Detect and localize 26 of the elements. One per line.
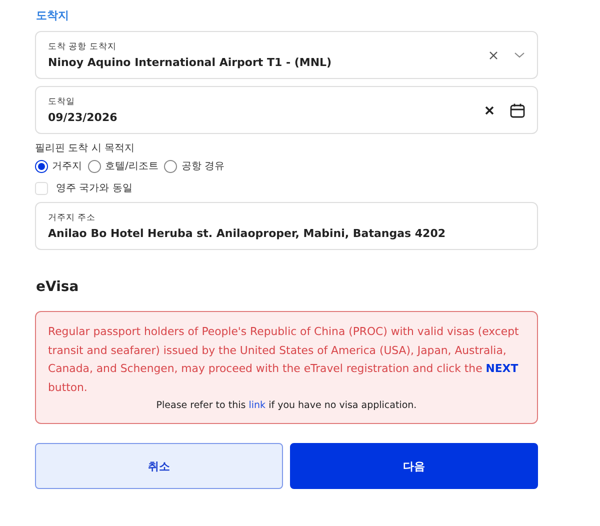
field-value: Ninoy Aquino International Airport T1 - (MNL) [48, 56, 332, 69]
airport-dropdown[interactable]: 도착 공항 도착지 Ninoy Aquino International Airport T1 - (MNL) [35, 31, 538, 79]
next-button[interactable]: 다음 [290, 443, 538, 489]
radio-option[interactable]: 공항 경유 [164, 159, 225, 173]
note-text: Please refer to this link if you have no visa application. [155, 400, 418, 411]
address-field[interactable]: 거주지 주소 Anilao Bo Hotel Heruba st. Anilaoproper, Mabini, Batangas 4202 [35, 202, 538, 250]
warning-text: Regular passport holders of People's Republic of China (PROC) with valid visas (except transit and seafarer) issued by the United States of America (USA), Japan, Australia, Canada, and Schengen, may proceed with the eTravel registration and click the NEXT button. [48, 324, 520, 396]
question-label: 필리핀 도착 시 목적지 [35, 142, 135, 155]
field-label: 도착 공항 도착지 [48, 41, 116, 53]
link[interactable]: link [248, 400, 266, 411]
checkbox[interactable] [35, 182, 48, 194]
checkbox-label: 영주 국가와 동일 [56, 182, 132, 195]
field-label: 도착일 [48, 96, 75, 108]
field-value: 09/23/2026 [48, 111, 118, 124]
close-icon[interactable] [485, 106, 494, 114]
cancel-button[interactable]: 취소 [35, 443, 283, 489]
field-label: 거주지 주소 [48, 212, 96, 224]
radio-option[interactable]: 호텔/리조트 [88, 159, 158, 173]
calendar-icon[interactable] [510, 102, 525, 118]
date-field[interactable]: 도착일 09/23/2026 [35, 86, 538, 134]
section-heading: eVisa [36, 279, 79, 295]
field-value: Anilao Bo Hotel Heruba st. Anilaoproper, Mabini, Batangas 4202 [48, 227, 446, 240]
section-title: 도착지 [36, 8, 69, 23]
radio-option[interactable]: 거주지 [35, 159, 82, 173]
chevron-down-icon[interactable] [514, 52, 525, 58]
close-icon[interactable] [489, 50, 498, 60]
